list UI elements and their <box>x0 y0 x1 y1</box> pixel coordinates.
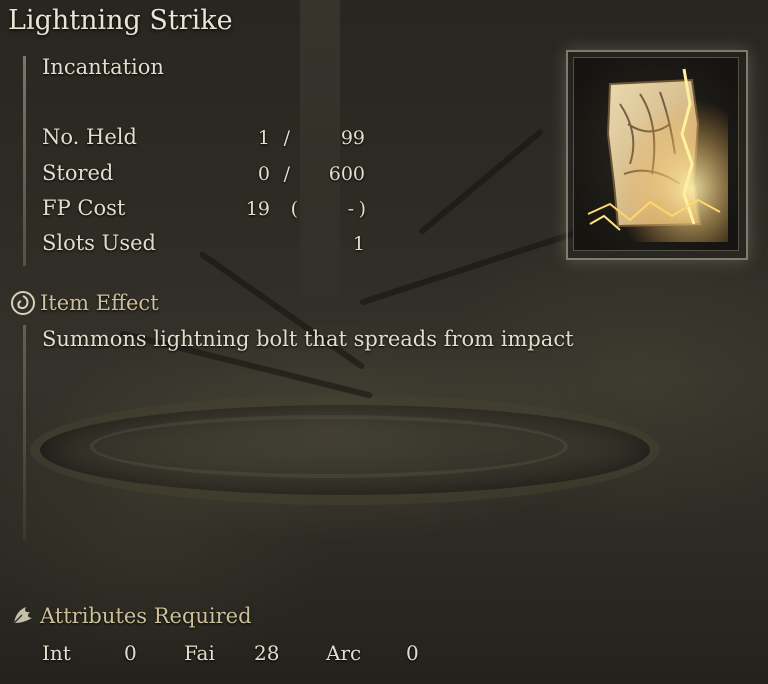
light-beam <box>300 0 340 300</box>
item-title: Lightning Strike <box>8 5 233 36</box>
attr-value-fai: 28 <box>254 641 280 665</box>
stat-fp-cost-value: 19 <box>245 198 270 220</box>
stat-slots-value: 1 <box>352 233 365 255</box>
stat-held-current: 1 <box>257 127 270 149</box>
item-effect-header: Item Effect <box>10 290 159 316</box>
stat-label-stored: Stored <box>42 161 114 185</box>
effect-swirl-icon <box>11 291 35 315</box>
attr-value-int: 0 <box>124 641 137 665</box>
item-effect-text: Summons lightning bolt that spreads from… <box>42 327 574 351</box>
scroll-with-lightning-icon <box>580 64 728 242</box>
attr-value-arc: 0 <box>406 641 419 665</box>
divider-line <box>23 325 26 540</box>
divider-line <box>23 56 26 266</box>
item-category: Incantation <box>42 55 164 79</box>
stat-stored-current: 0 <box>257 163 270 185</box>
stat-fp-cost-open: ( <box>290 198 298 220</box>
stat-label-held: No. Held <box>42 125 137 149</box>
feather-hand-icon <box>13 607 32 624</box>
item-effect-header-label: Item Effect <box>40 291 159 315</box>
attr-label-fai: Fai <box>184 641 215 665</box>
stat-stored-max: 600 <box>328 163 365 185</box>
stat-held-sep: / <box>283 127 290 149</box>
background-ring <box>30 395 660 505</box>
stat-stored-sep: / <box>283 163 290 185</box>
stat-label-fp-cost: FP Cost <box>42 196 126 220</box>
background-branch <box>418 127 545 236</box>
attr-label-int: Int <box>42 641 71 665</box>
background-ring-inner <box>90 415 568 478</box>
stat-held-max: 99 <box>340 127 365 149</box>
attr-label-arc: Arc <box>326 641 362 665</box>
attributes-header: Attributes Required <box>10 603 252 629</box>
background-branch <box>198 250 366 371</box>
stat-fp-cost-close: ) <box>358 198 366 220</box>
attributes-header-label: Attributes Required <box>40 604 252 628</box>
stat-label-slots: Slots Used <box>42 231 156 255</box>
